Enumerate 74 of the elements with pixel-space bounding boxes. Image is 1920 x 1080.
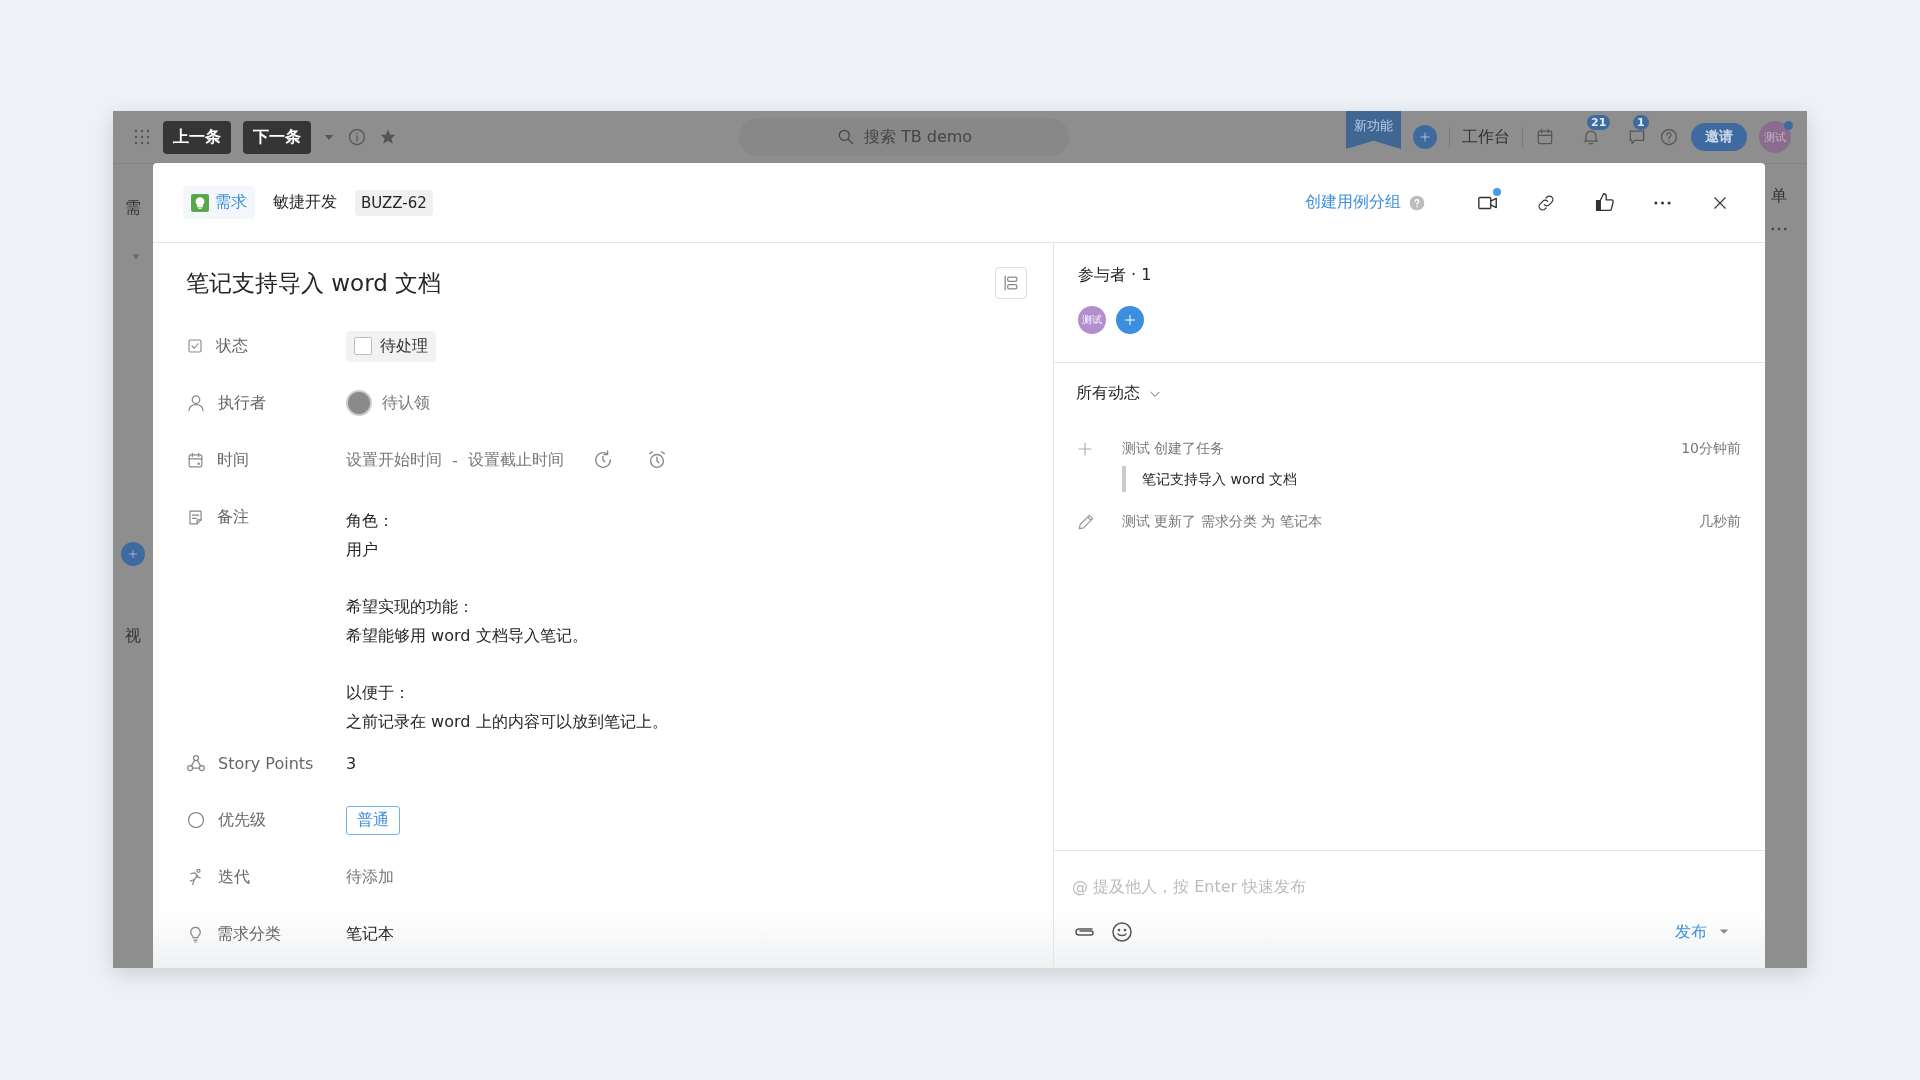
participant-avatar[interactable]: 测试 [1078,306,1106,334]
invite-button[interactable]: 邀请 [1691,123,1747,151]
emoji-icon [1110,920,1134,944]
field-placeholder[interactable]: 待添加 [346,866,394,888]
new-feature-ribbon[interactable]: 新功能 [1346,111,1401,149]
nodes-icon [186,753,206,773]
count-badge: 1 [1633,115,1649,130]
field-label: 迭代 [218,866,250,888]
checkbox[interactable] [354,337,372,355]
checkbox-icon [186,337,204,355]
thumbs-up-icon [1593,192,1615,213]
add-participant-button[interactable] [1116,306,1144,334]
notification-dot [1493,187,1501,196]
activity-time: 几秒前 [1699,513,1741,531]
activity-text: 测试 更新了 需求分类 为 笔记本 [1122,513,1323,531]
section-label: 需 [125,198,141,219]
grid-icon [133,128,151,146]
person-icon [186,393,206,413]
task-id: BUZZ-62 [355,189,433,216]
caret-icon [131,252,141,262]
field-label: 需求分类 [217,923,281,945]
field-label: 执行者 [218,392,266,414]
note-text: 角色： 用户 希望实现的功能： 希望能够用 word 文档导入笔记。 以便于： 之前记录在 word 上的内容可以放到笔记上。 [346,510,668,733]
activity-time: 10分钟前 [1681,440,1741,458]
plus-icon [1122,312,1138,328]
field-value: 3 [346,753,357,773]
count-badge: 21 [1587,115,1611,130]
field-label: Story Points [218,753,314,773]
calendar-icon [1535,127,1555,147]
field-label: 备注 [217,506,249,528]
activity-filter[interactable]: 所有动态 [1076,383,1162,404]
circle-icon [186,810,206,830]
publish-button[interactable]: 发布 [1669,920,1735,944]
nav-button[interactable]: 下一条 [243,120,311,154]
activity-text: 测试 创建了任务 [1122,440,1226,458]
status-button[interactable]: 待处理 [346,330,436,362]
separator: - [452,450,458,470]
activity-quote: 笔记支持导入 word 文档 [1122,466,1682,492]
plus-icon [1418,130,1432,144]
start-time-link[interactable]: 设置开始时间 [346,449,442,471]
field-value: 笔记本 [346,923,394,945]
add-icon[interactable] [121,542,145,566]
field-label: 状态 [216,335,248,357]
comment-field[interactable]: @ 提及他人，按 Enter 快速发布 [1072,877,1741,896]
help-icon [1409,194,1425,211]
project-link[interactable]: 敏捷开发 [273,192,337,213]
bulb-icon [191,193,209,212]
search-field[interactable]: 搜索 TB demo [739,118,1069,156]
plus-icon [127,548,139,560]
more-icon[interactable] [1653,200,1671,205]
avatar-icon [346,390,372,416]
user-avatar[interactable]: 测试 [1759,121,1791,153]
workbench-link[interactable]: 工作台 [1462,126,1510,148]
plus-icon [1076,440,1094,458]
assignee-value[interactable]: 待认领 [382,392,430,414]
menu-label: 单 [1771,186,1788,207]
type-tag[interactable]: 需求 [183,186,255,219]
task-title[interactable]: 笔记支持导入 word 文档 [186,267,442,299]
priority-tag[interactable]: 普通 [346,805,400,835]
notification-dot [1784,121,1793,130]
help-icon [1659,127,1679,147]
create-group-link[interactable]: 创建用例分组 [1305,192,1401,213]
field-label: 优先级 [218,809,266,831]
calendar-icon [186,450,205,470]
field-label: 时间 [217,449,249,471]
section-label: 视 [125,626,141,647]
participants-title: 参与者 · 1 [1078,265,1153,286]
layout-toggle[interactable] [995,267,1027,299]
star-icon [379,128,397,146]
info-icon [347,127,367,147]
end-time-link[interactable]: 设置截止时间 [467,449,564,471]
add-icon[interactable] [1413,125,1437,149]
nav-button[interactable]: 上一条 [163,120,231,154]
pencil-icon [1076,512,1096,532]
